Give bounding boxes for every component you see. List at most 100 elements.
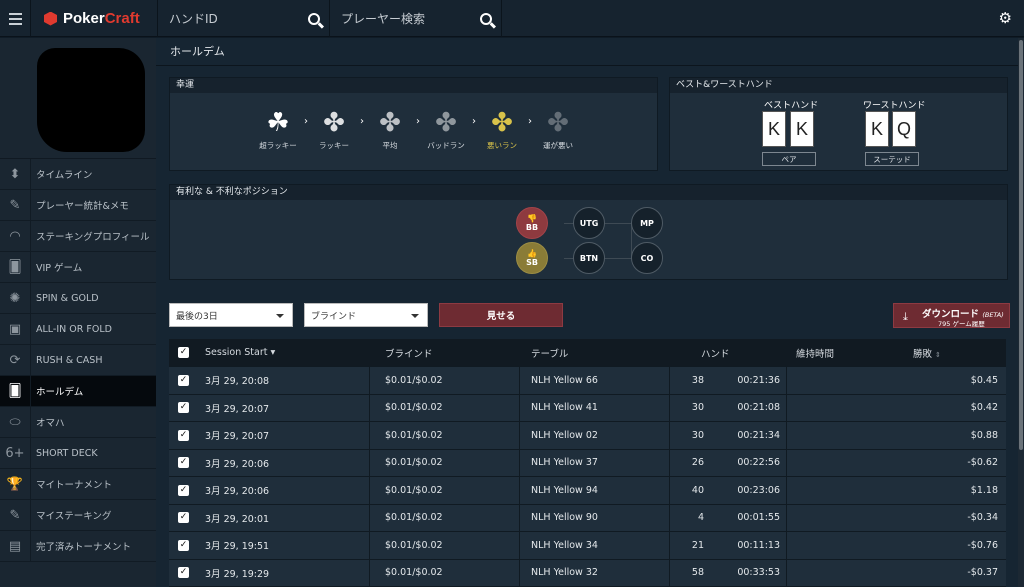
spin-icon: ✺ xyxy=(0,282,31,314)
table-row[interactable]: ✓ 3月 29, 19:51 $0.01/$0.02 NLH Yellow 34 21 0… xyxy=(169,532,1006,560)
search-icon[interactable] xyxy=(299,0,329,37)
cell-date: 3月 29, 20:06 xyxy=(205,458,270,470)
header-hands[interactable]: ハンド xyxy=(701,346,730,360)
cell-blinds: $0.01/$0.02 xyxy=(385,402,443,414)
position-bb[interactable]: 👎 BB xyxy=(516,207,548,239)
sidebar-item-label: ALL-IN OR FOLD xyxy=(36,323,112,335)
cell-blinds: $0.01/$0.02 xyxy=(385,374,443,386)
cell-hands: 30 xyxy=(691,402,704,414)
sidebar-item-8[interactable]: ⬭ オマハ xyxy=(0,406,156,438)
sidebar-item-6[interactable]: ⟳ RUSH & CASH xyxy=(0,344,156,376)
luck-level-label: 超ラッキー xyxy=(259,141,297,150)
sidebar-item-11[interactable]: ✎ マイステーキング xyxy=(0,499,156,531)
luck-level-label: 運が悪い xyxy=(543,141,573,150)
row-checkbox[interactable]: ✓ xyxy=(178,374,189,386)
sidebar-item-1[interactable]: ✎ プレーヤー統計&メモ xyxy=(0,189,156,221)
best-worst-panel: ベスト&ワーストハンド ベストハンド K K ペア ワーストハンド K Q スー… xyxy=(669,77,1008,171)
position-btn[interactable]: BTN xyxy=(573,242,605,274)
clover-icon: ☘ xyxy=(266,108,290,138)
scrollbar[interactable] xyxy=(1018,38,1024,587)
clover-icon: ✤ xyxy=(379,108,401,138)
header-blinds[interactable]: ブラインド xyxy=(385,346,433,360)
pokercraft-logo[interactable]: PokerCraft xyxy=(32,0,158,37)
luck-level-label: バッドラン xyxy=(427,141,465,150)
cell-hands: 21 xyxy=(691,539,704,551)
row-checkbox[interactable]: ✓ xyxy=(178,402,189,414)
position-co[interactable]: CO xyxy=(631,242,663,274)
row-checkbox[interactable]: ✓ xyxy=(178,512,189,524)
player-search[interactable]: プレーヤー検索 xyxy=(331,0,502,37)
row-checkbox[interactable]: ✓ xyxy=(178,429,189,441)
main-content: ホールデム 幸運 ☘ 超ラッキー › ✤ ラッキー › ✤ 平均 › ✤ バッドラン › ✤ 悪いラン › ✤… xyxy=(156,38,1024,587)
chevron-right-icon: › xyxy=(472,116,476,127)
omaha-icon: ⬭ xyxy=(0,406,31,438)
row-checkbox[interactable]: ✓ xyxy=(178,539,189,551)
worst-hand-label: ワーストハンド xyxy=(863,101,926,111)
table-row[interactable]: ✓ 3月 29, 20:06 $0.01/$0.02 NLH Yellow 94 40 0… xyxy=(169,477,1006,505)
header-duration[interactable]: 維持時間 xyxy=(796,346,834,360)
table-row[interactable]: ✓ 3月 29, 20:07 $0.01/$0.02 NLH Yellow 02 30 0… xyxy=(169,422,1006,450)
table-row[interactable]: ✓ 3月 29, 20:07 $0.01/$0.02 NLH Yellow 41 30 0… xyxy=(169,394,1006,422)
all-in-icon: ▣ xyxy=(0,313,31,345)
worst-hand-tag: スーテッド xyxy=(865,152,919,166)
select-all-checkbox[interactable]: ✓ xyxy=(178,347,189,358)
position-mp[interactable]: MP xyxy=(631,207,663,239)
row-checkbox[interactable]: ✓ xyxy=(178,567,189,579)
table-row[interactable]: ✓ 3月 29, 20:08 $0.01/$0.02 NLH Yellow 66 38 0… xyxy=(169,367,1006,395)
position-utg[interactable]: UTG xyxy=(573,207,605,239)
sidebar-item-label: RUSH & CASH xyxy=(36,354,103,366)
header-result[interactable]: 勝敗 ⇕ xyxy=(913,346,941,360)
cell-hands: 38 xyxy=(691,374,704,386)
search-icon[interactable] xyxy=(471,0,501,37)
cell-date: 3月 29, 19:29 xyxy=(205,568,270,580)
hand-id-input[interactable]: ハンドID xyxy=(169,10,299,27)
logo-hexagon-icon xyxy=(44,11,57,26)
sessions-table: ✓ Session Start ▾ ブラインド テーブル ハンド 維持時間 勝敗… xyxy=(169,339,1006,587)
avatar[interactable] xyxy=(37,48,145,152)
sidebar-item-10[interactable]: 🏆 マイトーナメント xyxy=(0,468,156,500)
luck-level-1: ✤ ラッキー xyxy=(310,108,358,151)
cell-blinds: $0.01/$0.02 xyxy=(385,429,443,441)
table-row[interactable]: ✓ 3月 29, 20:06 $0.01/$0.02 NLH Yellow 37 26 0… xyxy=(169,449,1006,477)
sidebar-item-2[interactable]: ◠ ステーキングプロフィール xyxy=(0,220,156,252)
gear-icon[interactable]: ⚙ xyxy=(999,11,1012,26)
luck-scale: ☘ 超ラッキー › ✤ ラッキー › ✤ 平均 › ✤ バッドラン › ✤ 悪いラン › ✤ 運が悪い xyxy=(254,108,582,151)
cell-result: $0.88 xyxy=(970,429,998,441)
hamburger-menu-icon[interactable] xyxy=(0,0,31,37)
table-row[interactable]: ✓ 3月 29, 20:01 $0.01/$0.02 NLH Yellow 90 4 00… xyxy=(169,504,1006,532)
row-checkbox[interactable]: ✓ xyxy=(178,484,189,496)
sidebar-item-3[interactable]: 🂠 VIP ゲーム xyxy=(0,251,156,283)
period-select[interactable]: 最後の3日 xyxy=(169,303,293,327)
sidebar-item-5[interactable]: ▣ ALL-IN OR FOLD xyxy=(0,313,156,345)
sidebar-item-9[interactable]: 6+ SHORT DECK xyxy=(0,437,156,469)
thumbs-up-icon: 👍 xyxy=(527,248,537,258)
download-button[interactable]: ⤓ ダウンロード (BETA) 795 ゲーム履歴 xyxy=(893,303,1010,328)
cell-duration: 00:22:56 xyxy=(737,457,780,469)
blinds-select[interactable]: ブラインド xyxy=(304,303,428,327)
header-table[interactable]: テーブル xyxy=(531,346,568,360)
header-session-start[interactable]: Session Start ▾ xyxy=(205,347,275,358)
position-sb[interactable]: 👍 SB xyxy=(516,242,548,274)
cell-duration: 00:33:53 xyxy=(737,567,780,579)
table-row[interactable]: ✓ 3月 29, 19:29 $0.01/$0.02 NLH Yellow 32 58 0… xyxy=(169,559,1006,587)
sidebar-item-label: タイムライン xyxy=(36,170,93,181)
sidebar-item-4[interactable]: ✺ SPIN & GOLD xyxy=(0,282,156,314)
page-title: ホールデム xyxy=(170,45,225,58)
sidebar-item-12[interactable]: ▤ 完了済みトーナメント xyxy=(0,530,156,562)
cell-table: NLH Yellow 66 xyxy=(531,374,598,386)
row-checkbox[interactable]: ✓ xyxy=(178,457,189,469)
chevron-down-icon xyxy=(276,314,284,318)
trophy-icon: 🏆 xyxy=(0,468,31,500)
luck-level-label: ラッキー xyxy=(319,141,349,150)
player-search-input[interactable]: プレーヤー検索 xyxy=(341,10,471,27)
sidebar-item-label: SPIN & GOLD xyxy=(36,292,99,304)
sidebar-item-label: オマハ xyxy=(36,418,65,429)
sidebar-item-7[interactable]: 🂠 ホールデム xyxy=(0,375,156,407)
show-button[interactable]: 見せる xyxy=(439,303,563,327)
cell-table: NLH Yellow 34 xyxy=(531,539,598,551)
best-worst-heading: ベスト&ワーストハンド xyxy=(670,78,1007,93)
cell-date: 3月 29, 20:06 xyxy=(205,486,270,498)
sidebar-item-0[interactable]: ⬍ タイムライン xyxy=(0,158,156,190)
cell-duration: 00:11:13 xyxy=(737,539,780,551)
hand-id-search[interactable]: ハンドID xyxy=(159,0,330,37)
